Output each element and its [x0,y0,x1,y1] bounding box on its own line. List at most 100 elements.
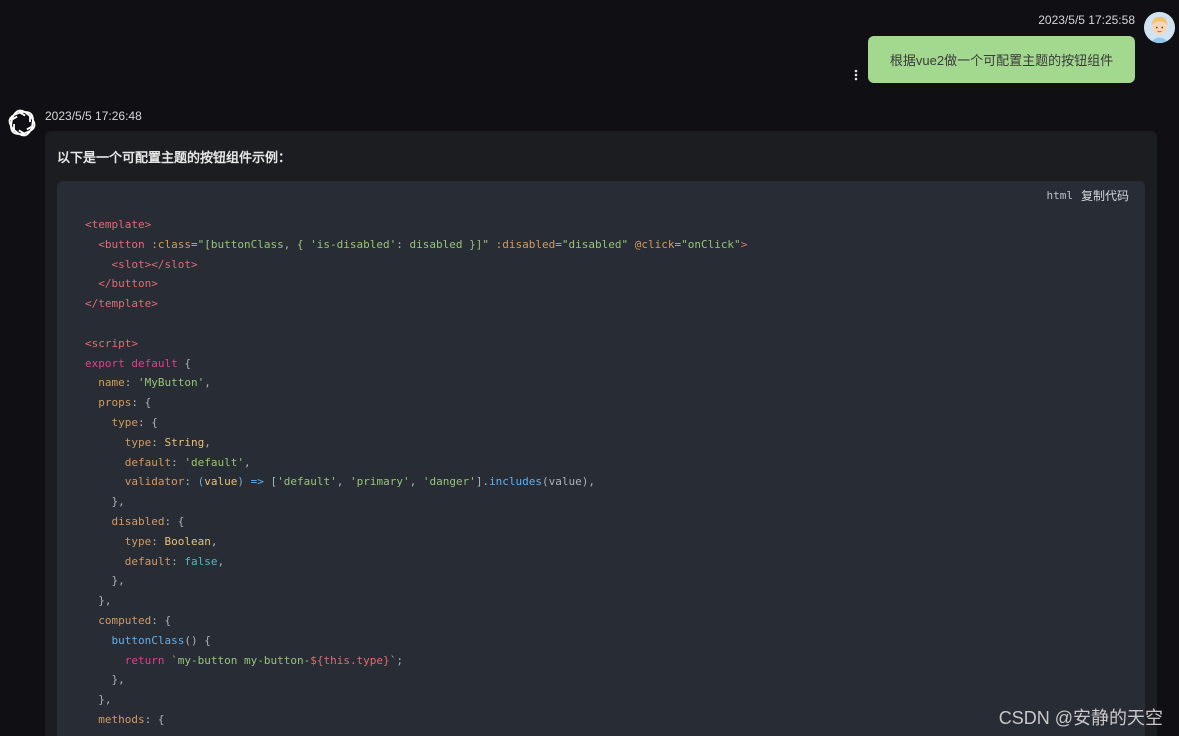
code-line: <script> [85,334,747,354]
code-line: props: { [85,393,747,413]
code-line: </template> [85,294,747,314]
code-token: buttonClass [111,633,185,647]
code-token: [ [263,475,278,489]
code-token: = [555,237,562,251]
code-token: methods [98,712,145,726]
code-token: : [124,376,138,390]
code-token: default [124,455,172,469]
code-token: ]. [475,475,490,489]
code-token: props [98,396,132,410]
user-avatar-icon[interactable] [1144,12,1175,43]
code-line: <slot></slot> [85,255,747,275]
code-token: 'primary' [349,475,410,489]
bot-message-card: 以下是一个可配置主题的按钮组件示例： html 复制代码 <template> … [45,131,1157,736]
code-line: validator: (value) => ['default', 'prima… [85,472,747,492]
code-token: type [124,534,152,548]
more-options-icon[interactable] [852,68,860,82]
code-line: name: 'MyButton', [85,373,747,393]
code-token: String [164,435,205,449]
code-language-label: html [1046,189,1073,202]
code-line: }, [85,571,747,591]
code-token: ; [396,653,403,667]
code-token: "[buttonClass, { 'is-disabled': disabled… [197,237,489,251]
code-line: </button> [85,274,747,294]
bot-intro-text: 以下是一个可配置主题的按钮组件示例： [57,150,292,165]
code-line: export default { [85,354,747,374]
code-line: default: 'default', [85,453,747,473]
code-token: : { [138,415,158,429]
code-token: export default [85,356,178,370]
code-line: <template> [85,215,747,235]
code-token: , [217,554,225,568]
code-block: html 复制代码 <template> <button :class="[bu… [57,181,1145,736]
code-token: 'danger' [422,475,476,489]
code-line: }, [85,670,747,690]
code-token: "onClick" [681,237,741,251]
code-line: type: { [85,413,747,433]
code-token: }, [85,673,125,687]
code-line: }, [85,690,747,710]
code-token: : { [144,712,165,726]
user-message-bubble: 根据vue2做一个可配置主题的按钮组件 [868,36,1135,83]
watermark: CSDN @安静的天空 [998,708,1163,728]
code-token: </button> [98,277,158,291]
code-token: value [204,475,238,489]
openai-logo-icon [7,108,37,138]
code-token: , [336,475,350,489]
code-token: 'MyButton' [138,376,205,390]
code-line: computed: { [85,611,747,631]
code-token: : [151,435,165,449]
code-token: > [740,237,748,251]
code-token: type [111,415,139,429]
code-token: , [204,376,211,390]
code-token: (value), [542,475,596,489]
code-token: : [184,475,198,489]
code-token: Boolean [164,534,211,548]
code-token: , [204,435,211,449]
code-token: type [124,435,152,449]
code-token: 'default' [277,475,337,489]
code-body: <template> <button :class="[buttonClass,… [85,215,747,730]
copy-code-button[interactable]: 复制代码 [1081,187,1129,204]
code-line: }, [85,492,747,512]
code-token: <script> [85,336,138,350]
code-line: <button :class="[buttonClass, { 'is-disa… [85,235,747,255]
code-token: ${this.type} [310,653,390,667]
code-token: <template> [85,218,152,231]
code-token: default [124,554,172,568]
code-line: }, [85,591,747,611]
chat-page: 2023/5/5 17:25:58 根据vue2做一个可配置主题的按钮组件 20… [0,0,1179,736]
code-line: methods: { [85,710,747,730]
code-token: includes [489,475,543,489]
code-token: false [184,554,218,568]
code-token: }, [85,495,125,509]
code-token: validator [124,475,185,489]
user-message-timestamp: 2023/5/5 17:25:58 [1038,13,1135,27]
code-token: computed [98,613,152,627]
code-token: :disabled [489,237,556,251]
code-token: }, [85,574,125,588]
code-token: : { [131,396,152,410]
code-token: : { [164,514,185,528]
code-line: disabled: { [85,512,747,532]
code-header: html 复制代码 [1046,187,1129,204]
code-token: , [243,455,251,469]
code-token: : [171,554,185,568]
code-token: }, [85,594,112,608]
bot-message-timestamp: 2023/5/5 17:26:48 [45,109,142,123]
